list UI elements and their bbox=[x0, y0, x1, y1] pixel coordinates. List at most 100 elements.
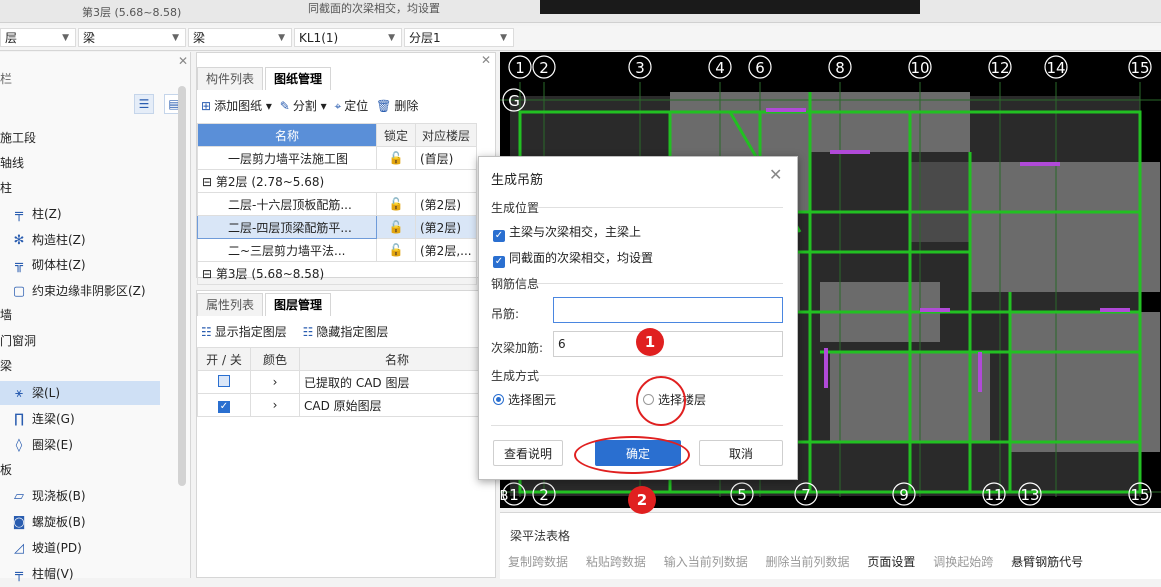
axis-label: 9 bbox=[899, 486, 909, 504]
nav-item-label: 梁 bbox=[0, 359, 13, 373]
ramp-icon: ◿ bbox=[14, 541, 24, 556]
show-layer-button[interactable]: ☷ 显示指定图层 bbox=[201, 323, 287, 340]
delete-button[interactable]: 🗑 删除 bbox=[376, 97, 418, 114]
column-header-color[interactable]: 颜色 bbox=[250, 347, 300, 371]
nav-item-coupling-beam[interactable]: ∏ 连梁(G) bbox=[10, 407, 75, 431]
lock-icon[interactable]: 🔓 bbox=[376, 238, 416, 262]
beam-table-toolbar: 复制跨数据 粘贴跨数据 输入当前列数据 删除当前列数据 页面设置 调换起始跨 悬… bbox=[508, 553, 1097, 570]
view-help-button[interactable]: 查看说明 bbox=[493, 440, 563, 466]
list-view-icon[interactable]: ☰ bbox=[134, 94, 154, 114]
lock-icon[interactable]: 🔓 bbox=[376, 192, 416, 216]
nav-item-ring-beam[interactable]: ◊ 圈梁(E) bbox=[10, 433, 73, 457]
hide-layer-button[interactable]: ☷ 隐藏指定图层 bbox=[303, 323, 389, 340]
drawing-floor: (第2层) bbox=[415, 192, 477, 216]
add-drawing-button[interactable]: ⊞ 添加图纸 ▾ bbox=[201, 97, 272, 114]
nav-item-masonry-column[interactable]: ╦ 砌体柱(Z) bbox=[10, 253, 86, 277]
nav-item-constructional-column[interactable]: ✻ 构造柱(Z) bbox=[10, 228, 86, 252]
chevron-down-icon: ▼ bbox=[172, 33, 179, 43]
locate-icon: ⌖ bbox=[334, 99, 342, 113]
type-select[interactable]: 梁 ▼ bbox=[78, 28, 186, 47]
column-header-name[interactable]: 名称 bbox=[197, 123, 377, 147]
same-section-checkbox[interactable]: ✓ 同截面的次梁相交，均设置 bbox=[493, 249, 653, 268]
split-button[interactable]: ✎ 分割 ▾ bbox=[280, 97, 327, 114]
main-secondary-checkbox[interactable]: ✓ 主梁与次梁相交，主梁上 bbox=[493, 223, 641, 242]
expand-icon[interactable]: › bbox=[250, 393, 300, 417]
table-row[interactable]: 二层-十六层顶板配筋... 🔓 (第2层) bbox=[197, 192, 477, 216]
annotation-badge-1: 1 bbox=[636, 328, 664, 356]
chevron-down-icon: ▼ bbox=[388, 33, 395, 43]
nav-item-beam[interactable]: ⚹ 梁(L) bbox=[0, 381, 160, 405]
member-select[interactable]: KL1(1) ▼ bbox=[294, 28, 402, 47]
table-row[interactable]: 二~三层剪力墙平法... 🔓 (第2层,... bbox=[197, 238, 477, 262]
collapse-icon[interactable]: ⊟ bbox=[202, 267, 216, 281]
close-icon[interactable]: ✕ bbox=[769, 165, 782, 184]
close-icon[interactable]: ✕ bbox=[178, 54, 188, 68]
expand-icon[interactable]: › bbox=[250, 370, 300, 394]
nav-item-axis[interactable]: 轴线 bbox=[0, 151, 24, 175]
nav-item-label: 梁(L) bbox=[32, 386, 61, 400]
divider bbox=[535, 283, 783, 284]
tab-layer-management[interactable]: 图层管理 bbox=[265, 293, 332, 316]
nav-item-spiral-slab[interactable]: ◙ 螺旋板(B) bbox=[10, 510, 86, 534]
cantilever-rebar-code-button[interactable]: 悬臂钢筋代号 bbox=[1011, 555, 1083, 569]
table-row[interactable]: ✓ › CAD 原始图层 bbox=[197, 393, 495, 417]
column-header-toggle[interactable]: 开 / 关 bbox=[197, 347, 251, 371]
column-header-lock[interactable]: 锁定 bbox=[376, 123, 416, 147]
swap-start-span-button[interactable]: 调换起始跨 bbox=[933, 555, 993, 569]
layer-toggle-checkbox[interactable]: ✓ bbox=[197, 393, 251, 417]
nav-item-cast-slab[interactable]: ▱ 现浇板(B) bbox=[10, 484, 86, 508]
annotation-ring bbox=[574, 436, 690, 474]
table-row-selected[interactable]: 二层-四层顶梁配筋平... 🔓 (第2层) bbox=[197, 215, 477, 239]
cancel-button[interactable]: 取消 bbox=[699, 440, 783, 466]
lock-icon[interactable]: 🔓 bbox=[376, 215, 416, 239]
column-header-layer-name[interactable]: 名称 bbox=[299, 347, 495, 371]
floor-select[interactable]: 层 ▼ bbox=[0, 28, 76, 47]
copy-span-button[interactable]: 复制跨数据 bbox=[508, 555, 568, 569]
secondary-rebar-label: 次梁加筋: bbox=[491, 341, 544, 355]
prev-floor-text: 第3层 (5.68~8.58) bbox=[82, 6, 182, 19]
table-row[interactable]: › 已提取的 CAD 图层 bbox=[197, 370, 495, 394]
nav-group-slab[interactable]: 板 bbox=[0, 458, 12, 482]
split-label: 分割 bbox=[292, 99, 317, 113]
secondary-rebar-input[interactable]: 6 bbox=[553, 331, 783, 357]
hanger-input[interactable] bbox=[553, 297, 783, 323]
nav-item-column-cap[interactable]: ╤ 柱帽(V) bbox=[10, 562, 74, 586]
locate-button[interactable]: ⌖ 定位 bbox=[335, 97, 369, 114]
page-setup-button[interactable]: 页面设置 bbox=[867, 555, 915, 569]
table-row-group[interactable]: ⊟ 第2层 (2.78~5.68) bbox=[197, 169, 477, 193]
nav-item-ramp[interactable]: ◿ 坡道(PD) bbox=[10, 536, 82, 560]
tab-drawing-management[interactable]: 图纸管理 bbox=[265, 67, 332, 90]
axis-label: 5 bbox=[737, 486, 747, 504]
delete-label: 删除 bbox=[394, 99, 419, 113]
nav-item-column[interactable]: ╤ 柱(Z) bbox=[10, 202, 62, 226]
tab-property-list[interactable]: 属性列表 bbox=[197, 293, 264, 316]
hanger-label: 吊筋: bbox=[491, 307, 520, 321]
nav-item-edge-zone[interactable]: ▢ 约束边缘非阴影区(Z) bbox=[10, 279, 146, 303]
masonry-column-icon: ╦ bbox=[15, 258, 23, 273]
collapse-icon[interactable]: ⊟ bbox=[202, 175, 216, 189]
top-strip: 第3层 (5.68~8.58) 同截面的次梁相交，均设置 bbox=[0, 0, 1161, 23]
radio-select-element[interactable]: 选择图元 bbox=[493, 391, 556, 408]
column-header-floor[interactable]: 对应楼层 bbox=[415, 123, 477, 147]
nav-group-opening[interactable]: 门窗洞 bbox=[0, 329, 36, 353]
table-row[interactable]: 一层剪力墙平法施工图 🔓 (首层) bbox=[197, 146, 477, 170]
paste-span-button[interactable]: 粘贴跨数据 bbox=[586, 555, 646, 569]
nav-item-construction-section[interactable]: 施工段 bbox=[0, 126, 36, 150]
nav-group-beam[interactable]: 梁 bbox=[0, 354, 12, 378]
checkbox-checked-icon: ✓ bbox=[493, 256, 505, 268]
tab-component-list[interactable]: 构件列表 bbox=[197, 67, 264, 90]
layer-toggle-checkbox[interactable] bbox=[197, 370, 251, 394]
drawing-name: 二层-十六层顶板配筋... bbox=[197, 192, 377, 216]
subtype-select[interactable]: 梁 ▼ bbox=[188, 28, 292, 47]
layer-select[interactable]: 分层1 ▼ bbox=[404, 28, 514, 47]
table-row-group[interactable]: ⊟ 第3层 (5.68~8.58) bbox=[197, 261, 477, 285]
input-column-button[interactable]: 输入当前列数据 bbox=[664, 555, 748, 569]
lock-icon[interactable]: 🔓 bbox=[376, 146, 416, 170]
nav-group-column[interactable]: 柱 bbox=[0, 176, 12, 200]
checkbox-label: 同截面的次梁相交，均设置 bbox=[509, 251, 654, 265]
nav-scrollbar[interactable] bbox=[178, 86, 186, 486]
nav-group-wall[interactable]: 墙 bbox=[0, 303, 12, 327]
selector-bar: 层 ▼ 梁 ▼ 梁 ▼ KL1(1) ▼ 分层1 ▼ bbox=[0, 26, 1161, 51]
close-icon[interactable]: ✕ bbox=[481, 53, 491, 67]
delete-column-button[interactable]: 删除当前列数据 bbox=[766, 555, 850, 569]
